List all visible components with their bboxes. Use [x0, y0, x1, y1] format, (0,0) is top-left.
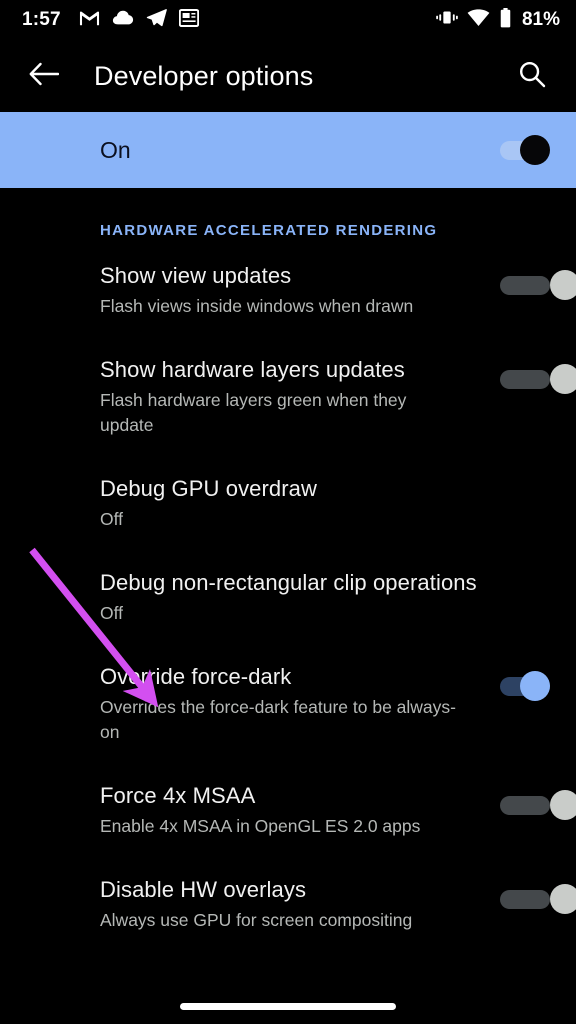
search-icon — [518, 60, 546, 93]
settings-row[interactable]: Disable HW overlays Always use GPU for sc… — [0, 857, 576, 951]
search-button[interactable] — [510, 54, 554, 98]
switch-track — [500, 276, 550, 295]
settings-row[interactable]: Debug non-rectangular clip operations Off — [0, 550, 576, 644]
cloud-icon — [112, 10, 134, 31]
master-switch-toggle[interactable] — [490, 135, 550, 165]
app-bar: Developer options — [0, 40, 576, 112]
row-subtitle: Off — [100, 603, 124, 623]
switch-thumb — [550, 884, 576, 914]
row-subtitle: Flash views inside windows when drawn — [100, 296, 414, 316]
row-subtitle: Overrides the force-dark feature to be a… — [100, 697, 456, 742]
row-title: Debug non-rectangular clip operations — [100, 570, 477, 595]
home-gesture-bar[interactable] — [180, 1003, 396, 1010]
switch-track — [500, 370, 550, 389]
switch-track — [500, 796, 550, 815]
arrow-left-icon — [29, 61, 60, 92]
settings-row[interactable]: Debug GPU overdraw Off — [0, 456, 576, 550]
switch-track — [500, 890, 550, 909]
row-text-block: Force 4x MSAA Enable 4x MSAA in OpenGL ES… — [100, 781, 550, 839]
row-text-block: Debug GPU overdraw Off — [100, 474, 550, 532]
settings-row[interactable]: Force 4x MSAA Enable 4x MSAA in OpenGL ES… — [0, 763, 576, 857]
settings-row[interactable]: Override force-dark Overrides the force-d… — [0, 644, 576, 763]
row-title: Override force-dark — [100, 664, 292, 689]
switch-thumb — [550, 270, 576, 300]
row-title: Force 4x MSAA — [100, 783, 256, 808]
gmail-icon — [79, 9, 100, 31]
switch-thumb — [520, 671, 550, 701]
row-title: Show view updates — [100, 263, 292, 288]
switch-thumb — [550, 364, 576, 394]
battery-percentage: 81% — [521, 9, 560, 30]
row-subtitle: Flash hardware layers green when they up… — [100, 390, 407, 435]
row-title: Debug GPU overdraw — [100, 476, 318, 501]
settings-list: Show view updates Flash views inside wind… — [0, 243, 576, 971]
status-bar-clock: 1:57 — [22, 9, 61, 30]
phone-screen: 1:57 81% Developer options On HARDWARE A… — [0, 0, 576, 1024]
row-subtitle: Always use GPU for screen compositing — [100, 910, 413, 930]
back-button[interactable] — [22, 54, 66, 98]
wifi-icon — [467, 8, 490, 32]
status-bar-notification-icons — [79, 8, 200, 32]
switch-thumb — [520, 135, 550, 165]
section-header-hardware-accelerated-rendering: HARDWARE ACCELERATED RENDERING — [100, 222, 438, 239]
row-title: Show hardware layers updates — [100, 357, 405, 382]
page-title: Developer options — [94, 60, 314, 91]
row-text-block: Debug non-rectangular clip operations Off — [100, 568, 550, 626]
news-icon — [178, 8, 200, 32]
developer-options-master-row[interactable]: On — [0, 112, 576, 188]
status-bar-system-icons: 81% — [436, 7, 560, 33]
row-text-block: Show hardware layers updates Flash hardwa… — [100, 355, 550, 438]
row-subtitle: Enable 4x MSAA in OpenGL ES 2.0 apps — [100, 816, 421, 836]
row-text-block: Show view updates Flash views inside wind… — [100, 261, 550, 319]
row-subtitle: Off — [100, 509, 124, 529]
row-text-block: Disable HW overlays Always use GPU for sc… — [100, 875, 550, 933]
switch-thumb — [550, 790, 576, 820]
row-text-block: Override force-dark Overrides the force-d… — [100, 662, 550, 745]
settings-row[interactable]: Show view updates Flash views inside wind… — [0, 243, 576, 337]
master-switch-label: On — [100, 136, 131, 163]
telegram-icon — [146, 8, 167, 32]
vibrate-icon — [436, 9, 458, 31]
settings-row[interactable]: Show hardware layers updates Flash hardwa… — [0, 337, 576, 456]
status-bar: 1:57 81% — [0, 0, 576, 40]
battery-icon — [499, 7, 512, 33]
row-title: Disable HW overlays — [100, 877, 307, 902]
